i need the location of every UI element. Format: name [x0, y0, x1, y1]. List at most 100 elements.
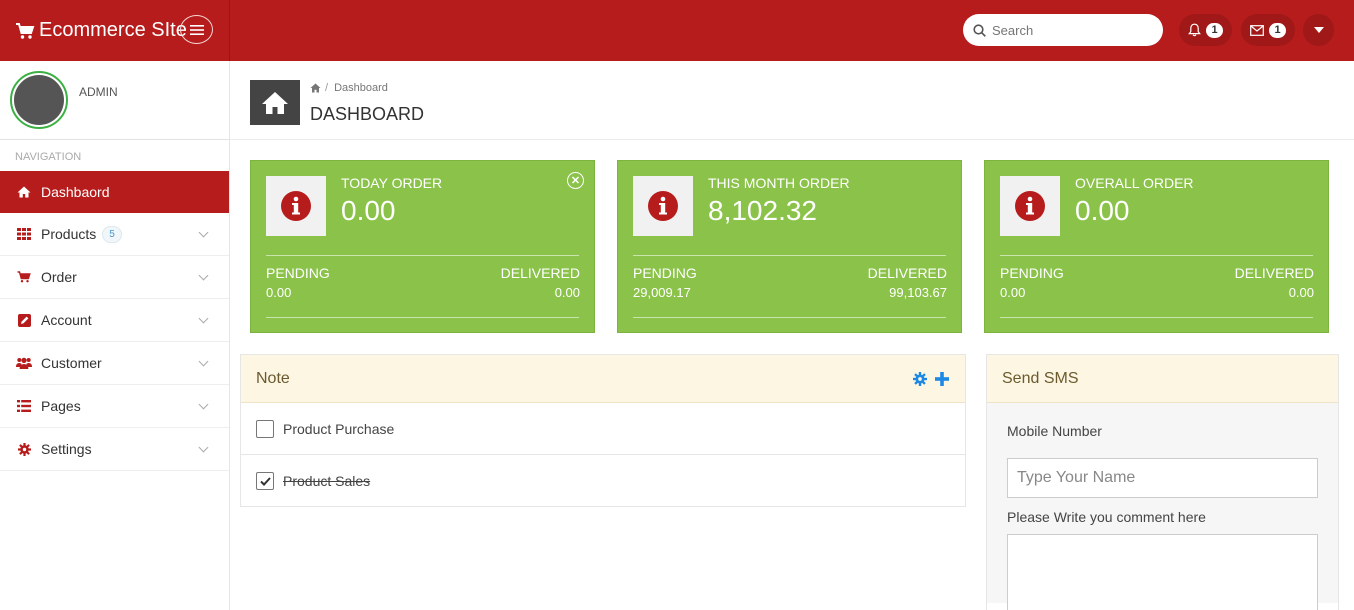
- stat-value: 0.00: [341, 195, 396, 226]
- breadcrumb: / Dashboard: [310, 82, 388, 94]
- pending-value: 29,009.17: [633, 285, 691, 300]
- sidebar-item-order[interactable]: Order: [0, 256, 229, 299]
- stat-value: 8,102.32: [708, 195, 817, 226]
- search-icon: [973, 23, 986, 37]
- delivered-label: DELIVERED: [867, 265, 947, 281]
- notifications-count: 1: [1206, 22, 1223, 38]
- sidebar-item-dashboard[interactable]: Dashbaord: [0, 171, 229, 213]
- delivered-label: DELIVERED: [500, 265, 580, 281]
- chevron-down-icon: [198, 399, 209, 410]
- sidebar-item-label: Customer: [41, 355, 102, 371]
- home-icon: [250, 80, 300, 125]
- sidebar-item-label: Settings: [41, 441, 92, 457]
- delivered-value: 99,103.67: [889, 285, 947, 300]
- divider: [633, 255, 946, 256]
- info-icon: [266, 176, 326, 236]
- edit-icon: [16, 313, 32, 327]
- send-sms-form: Mobile Number Please Write you comment h…: [987, 403, 1338, 610]
- gear-icon: [16, 442, 32, 456]
- chevron-down-icon: [198, 227, 209, 238]
- note-panel-header: Note: [241, 355, 965, 403]
- checkbox[interactable]: [256, 472, 274, 490]
- menu-toggle-button[interactable]: [180, 15, 213, 44]
- stat-label: THIS MONTH ORDER: [708, 175, 850, 191]
- panel-title: Send SMS: [1002, 369, 1079, 387]
- chevron-down-icon: [198, 270, 209, 281]
- mobile-number-input[interactable]: [1007, 458, 1318, 498]
- list-item: Product Purchase: [241, 403, 965, 455]
- nav-heading: NAVIGATION: [15, 151, 82, 163]
- divider: [1000, 317, 1313, 318]
- comment-label: Please Write you comment here: [1007, 509, 1206, 525]
- delivered-value: 0.00: [1288, 285, 1314, 300]
- sidebar-item-customer[interactable]: Customer: [0, 342, 229, 385]
- close-icon[interactable]: ✕: [567, 172, 584, 189]
- home-icon[interactable]: [310, 83, 321, 93]
- delivered-label: DELIVERED: [1234, 265, 1314, 281]
- messages-button[interactable]: 1: [1241, 14, 1295, 46]
- divider: [266, 255, 579, 256]
- delivered-value: 0.00: [554, 285, 580, 300]
- send-sms-panel: Send SMS Mobile Number Please Write you …: [986, 354, 1339, 610]
- sidebar-item-pages[interactable]: Pages: [0, 385, 229, 428]
- breadcrumb-separator: /: [325, 82, 329, 94]
- messages-count: 1: [1269, 22, 1286, 38]
- search-input[interactable]: [992, 22, 1152, 38]
- sidebar-item-label: Account: [41, 312, 92, 328]
- user-name: ADMIN: [79, 85, 118, 99]
- bell-icon: [1188, 23, 1201, 37]
- sidebar: ADMIN NAVIGATION Dashbaord Products 5 Or…: [0, 61, 230, 610]
- sidebar-item-products[interactable]: Products 5: [0, 213, 229, 256]
- sidebar-item-settings[interactable]: Settings: [0, 428, 229, 471]
- pending-value: 0.00: [1000, 285, 1026, 300]
- stat-label: TODAY ORDER: [341, 175, 443, 191]
- caret-down-icon: [1313, 27, 1324, 33]
- cart-icon: [16, 270, 32, 284]
- note-panel: Note Product Purchase Product Sales: [240, 354, 966, 507]
- stat-card-this-month-order: THIS MONTH ORDER 8,102.32 PENDING DELIVE…: [617, 160, 962, 333]
- page-header: / Dashboard DASHBOARD: [230, 61, 1354, 140]
- chevron-down-icon: [198, 442, 209, 453]
- note-label: Product Purchase: [283, 420, 395, 437]
- stat-label: OVERALL ORDER: [1075, 175, 1194, 191]
- plus-icon[interactable]: [935, 372, 949, 386]
- page-title: DASHBOARD: [310, 104, 425, 124]
- note-label: Product Sales: [283, 473, 371, 489]
- pending-label: PENDING: [633, 265, 697, 281]
- sidebar-item-label: Products: [41, 226, 97, 242]
- products-count-badge: 5: [102, 225, 122, 243]
- list-icon: [16, 399, 32, 413]
- grid-icon: [16, 227, 32, 241]
- avatar[interactable]: [10, 71, 68, 129]
- chevron-down-icon: [198, 356, 209, 367]
- checkmark-icon: [259, 476, 271, 486]
- chevron-down-icon: [198, 313, 209, 324]
- divider: [266, 317, 579, 318]
- notifications-button[interactable]: 1: [1179, 14, 1232, 46]
- stat-card-overall-order: OVERALL ORDER 0.00 PENDING DELIVERED 0.0…: [984, 160, 1329, 333]
- pending-label: PENDING: [266, 265, 330, 281]
- list-item: Product Sales: [241, 455, 965, 507]
- search-box[interactable]: [963, 14, 1163, 46]
- top-navbar: Ecommerce SIte 1 1: [0, 0, 1354, 61]
- hamburger-icon: [189, 24, 204, 35]
- divider: [1000, 255, 1313, 256]
- sidebar-item-label: Pages: [41, 398, 81, 414]
- panel-title: Note: [256, 369, 290, 387]
- mobile-number-label: Mobile Number: [1007, 423, 1102, 439]
- gear-icon[interactable]: [913, 372, 927, 386]
- user-menu-dropdown[interactable]: [1303, 14, 1334, 46]
- sidebar-item-label: Dashbaord: [41, 184, 110, 200]
- sidebar-item-account[interactable]: Account: [0, 299, 229, 342]
- envelope-icon: [1250, 24, 1264, 36]
- sidebar-item-label: Order: [41, 269, 77, 285]
- comment-textarea[interactable]: [1007, 534, 1318, 610]
- send-sms-panel-header: Send SMS: [987, 355, 1338, 403]
- info-icon: [1000, 176, 1060, 236]
- stat-value: 0.00: [1075, 195, 1130, 226]
- pending-value: 0.00: [266, 285, 292, 300]
- cart-icon: [16, 22, 35, 39]
- checkbox[interactable]: [256, 419, 274, 438]
- brand-name: Ecommerce SIte: [39, 19, 187, 41]
- home-icon: [16, 185, 32, 199]
